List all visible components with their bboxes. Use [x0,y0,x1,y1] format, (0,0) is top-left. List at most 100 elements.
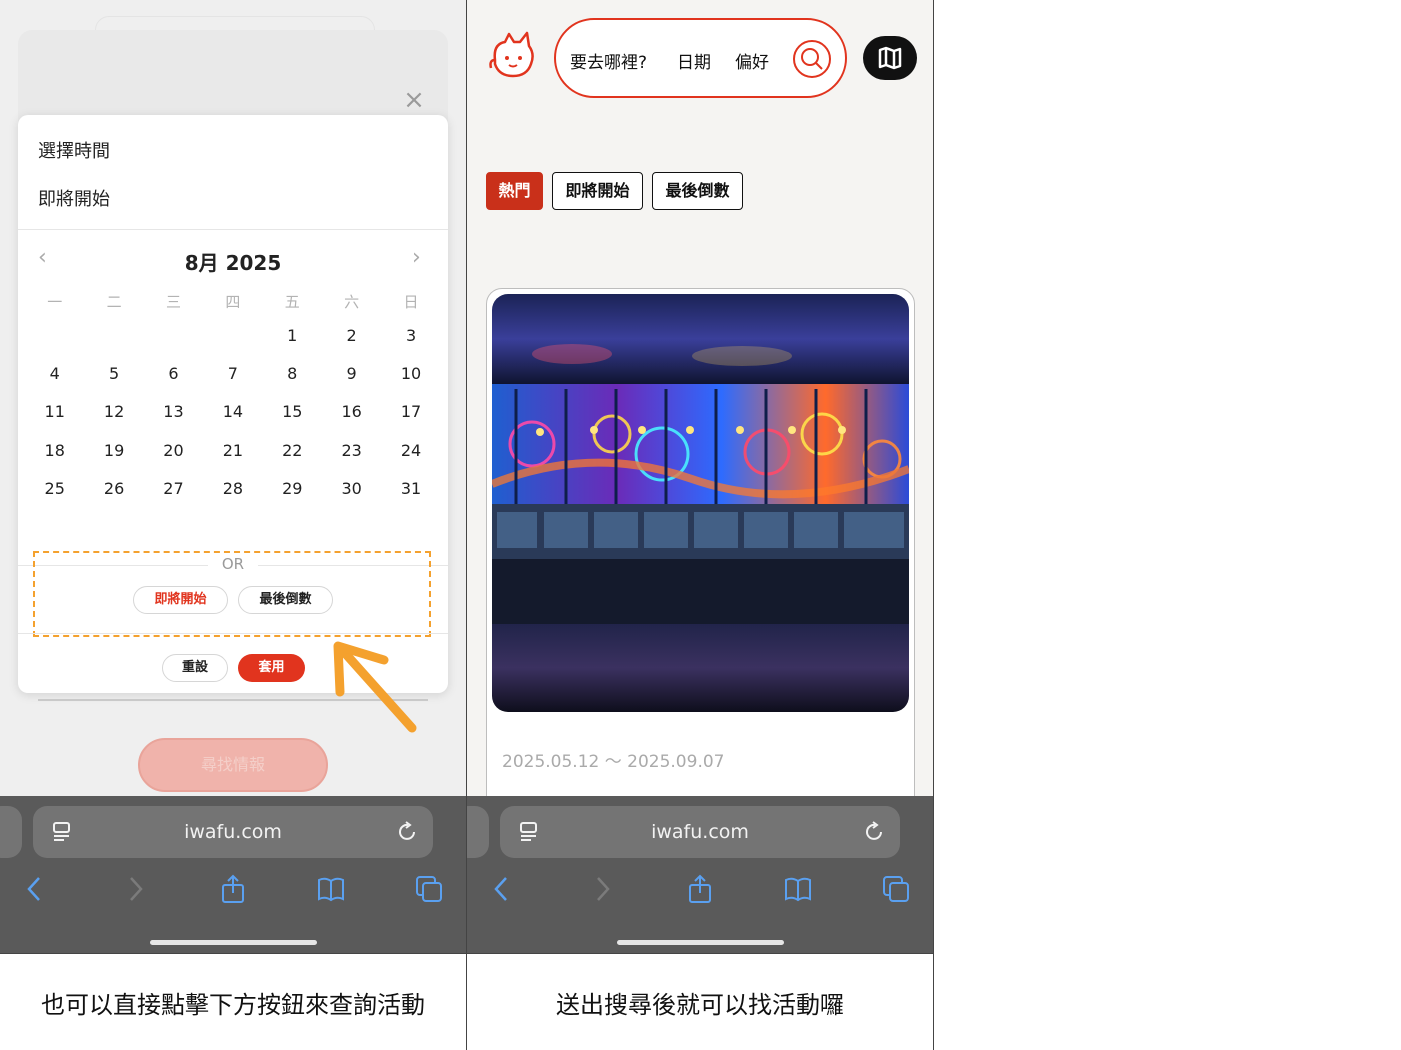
adjacent-tab-stub [467,806,489,858]
calendar-day[interactable]: 13 [144,393,203,431]
reload-icon[interactable] [862,820,886,844]
caption: 也可以直接點擊下方按鈕來查詢活動 [0,953,466,1050]
calendar-blank [144,317,203,355]
calendar-day[interactable]: 10 [381,355,440,393]
calendar-day[interactable]: 18 [25,432,84,470]
caption: 送出搜尋後就可以找活動囉 [467,953,933,1050]
calendar-day[interactable]: 15 [263,393,322,431]
url-text: iwafu.com [651,821,749,843]
search-where[interactable]: 要去哪裡? [570,48,647,73]
option-upcoming[interactable]: 即將開始 [38,185,110,211]
calendar-day[interactable]: 26 [84,470,143,508]
annotation-arrow [333,641,417,733]
calendar-day[interactable]: 24 [381,432,440,470]
weekday-header: 二 [106,293,122,311]
tabs-icon[interactable] [414,874,444,904]
back-icon[interactable] [20,874,50,904]
event-date-range: 2025.05.12 〜 2025.09.07 [502,752,725,772]
calendar-day[interactable]: 9 [322,355,381,393]
left-screenshot-panel: × 選擇時間 即將開始 ‹ 8月 2025 › 一二三四五六日123456789… [0,0,467,1050]
chevron-right-icon[interactable]: › [412,245,421,270]
tabs-list-icon[interactable] [51,820,73,844]
calendar-blank [25,317,84,355]
reset-button[interactable]: 重設 [162,654,228,682]
reload-icon[interactable] [395,820,419,844]
weekday-header: 三 [165,293,181,311]
calendar-day[interactable]: 23 [322,432,381,470]
calendar-day[interactable]: 22 [263,432,322,470]
calendar-day[interactable]: 7 [203,355,262,393]
bookmarks-icon[interactable] [783,874,813,904]
calendar-day[interactable]: 31 [381,470,440,508]
weekday-header: 五 [284,293,300,311]
find-info-button[interactable]: 尋找情報 [138,738,328,792]
browser-toolbar: iwafu.com [467,796,933,953]
map-button[interactable] [863,36,917,80]
calendar-blank [84,317,143,355]
calendar-day[interactable]: 20 [144,432,203,470]
address-bar[interactable]: iwafu.com [500,806,900,858]
calendar-day[interactable]: 30 [322,470,381,508]
calendar-blank [203,317,262,355]
calendar-day[interactable]: 12 [84,393,143,431]
calendar-day[interactable]: 19 [84,432,143,470]
phone-screen-results: 要去哪裡? 日期 偏好 熱門 即將開始 最後倒數 2025.05.12 〜 20… [467,0,933,953]
search-button[interactable] [793,40,831,78]
right-screenshot-panel: 要去哪裡? 日期 偏好 熱門 即將開始 最後倒數 2025.05.12 〜 20… [467,0,934,1050]
highlight-dashed-box [33,551,431,637]
share-icon[interactable] [218,874,248,904]
option-select-time[interactable]: 選擇時間 [38,137,110,163]
close-icon[interactable]: × [402,87,426,113]
calendar-day[interactable]: 27 [144,470,203,508]
fireworks-projection-image [492,294,909,712]
address-bar[interactable]: iwafu.com [33,806,433,858]
browser-toolbar: iwafu.com [0,796,466,953]
forward-icon[interactable] [587,874,617,904]
calendar-day[interactable]: 1 [263,317,322,355]
bookmarks-icon[interactable] [316,874,346,904]
calendar-day[interactable]: 29 [263,470,322,508]
calendar-day[interactable]: 2 [322,317,381,355]
mascot-logo[interactable] [487,30,539,82]
weekday-header: 四 [225,293,241,311]
tab-upcoming[interactable]: 即將開始 [552,172,643,210]
tab-last-countdown[interactable]: 最後倒數 [652,172,743,210]
calendar-day[interactable]: 16 [322,393,381,431]
tabs-icon[interactable] [881,874,911,904]
home-indicator [150,940,317,945]
calendar-day[interactable]: 3 [381,317,440,355]
tabs-list-icon[interactable] [518,820,540,844]
date-dropdown: 選擇時間 即將開始 ‹ 8月 2025 › 一二三四五六日 1 2 3 4 5 6 7 8 9 10… [18,115,448,693]
calendar-day[interactable]: 17 [381,393,440,431]
search-icon [801,48,823,70]
weekday-header: 六 [344,293,360,311]
search-pill[interactable]: 要去哪裡? 日期 偏好 [554,18,847,98]
event-card[interactable]: 2025.05.12 〜 2025.09.07 [486,288,915,828]
calendar-month-title: 8月 2025 [184,251,282,275]
map-icon [878,46,902,70]
share-icon[interactable] [685,874,715,904]
weekday-header: 日 [403,293,419,311]
back-icon[interactable] [487,874,517,904]
search-date[interactable]: 日期 [677,48,711,73]
calendar-day[interactable]: 14 [203,393,262,431]
phone-screen-date-picker: × 選擇時間 即將開始 ‹ 8月 2025 › 一二三四五六日123456789… [0,0,466,953]
calendar-day[interactable]: 4 [25,355,84,393]
calendar-day[interactable]: 21 [203,432,262,470]
event-image [492,294,909,712]
calendar-day[interactable]: 8 [263,355,322,393]
home-indicator [617,940,784,945]
calendar-day[interactable]: 28 [203,470,262,508]
calendar-day[interactable]: 25 [25,470,84,508]
divider [18,229,448,230]
calendar-day[interactable]: 11 [25,393,84,431]
apply-button[interactable]: 套用 [238,654,305,682]
adjacent-tab-stub [0,806,22,858]
url-text: iwafu.com [184,821,282,843]
calendar-day[interactable]: 5 [84,355,143,393]
calendar-day[interactable]: 6 [144,355,203,393]
tab-hot[interactable]: 熱門 [486,172,543,210]
search-preferences[interactable]: 偏好 [735,48,769,73]
weekday-header: 一 [47,293,63,311]
forward-icon[interactable] [120,874,150,904]
